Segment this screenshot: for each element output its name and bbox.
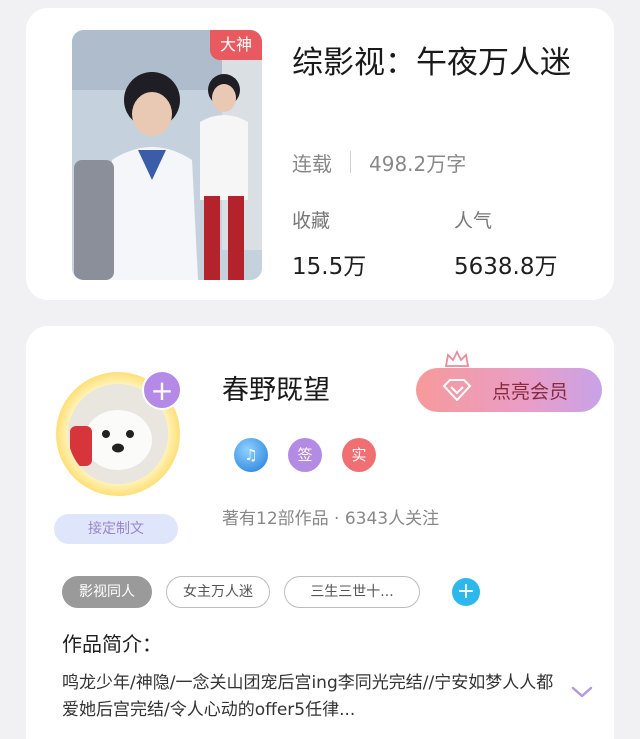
tag-chip[interactable]: 三生三世十... xyxy=(284,576,420,608)
vip-button[interactable]: 点亮会员 xyxy=(416,368,602,412)
serial-status: 连载 xyxy=(292,151,332,176)
book-title[interactable]: 综影视：午夜万人迷 xyxy=(292,40,592,86)
favorites-value: 15.5万 xyxy=(292,254,367,280)
author-badges: ♫ 签 实 xyxy=(234,438,376,472)
signed-badge[interactable]: 签 xyxy=(288,438,322,472)
word-count: 498.2万字 xyxy=(369,151,467,176)
tag-chip[interactable]: 影视同人 xyxy=(62,576,152,608)
chevron-down-icon[interactable] xyxy=(570,684,594,700)
book-status-row: 连载 498.2万字 xyxy=(292,148,466,176)
intro-text: 鸣龙少年/神隐/一念关山团宠后宫ing李同光完结//宁安如梦人人都爱她后宫完结/… xyxy=(62,673,554,720)
crown-icon xyxy=(444,350,470,367)
author-card: + 接定制文 春野既望 点亮会员 ♫ 签 实 著有12部作品 · 6343人关注… xyxy=(26,326,614,739)
popularity-stat: 人气 5638.8万 xyxy=(454,206,557,281)
commission-tag[interactable]: 接定制文 xyxy=(54,514,178,544)
intro-heading: 作品简介： xyxy=(62,632,162,656)
author-meta: 著有12部作品 · 6343人关注 xyxy=(222,509,440,529)
author-avatar-block: + 接定制文 xyxy=(54,362,196,562)
cover-badge: 大神 xyxy=(210,30,262,60)
tag-chip[interactable]: 女主万人迷 xyxy=(166,576,270,608)
favorites-label: 收藏 xyxy=(292,210,331,232)
divider xyxy=(350,151,351,173)
diamond-icon xyxy=(442,379,472,401)
book-cover-image[interactable]: 大神 xyxy=(72,30,262,280)
add-tag-button[interactable]: + xyxy=(452,578,480,606)
popularity-label: 人气 xyxy=(454,210,493,232)
tag-row: 影视同人 女主万人迷 三生三世十... + xyxy=(62,576,480,608)
author-name[interactable]: 春野既望 xyxy=(222,368,330,407)
music-badge-icon[interactable]: ♫ xyxy=(234,438,268,472)
favorites-stat: 收藏 15.5万 xyxy=(292,206,366,281)
vip-button-label: 点亮会员 xyxy=(492,380,569,403)
cover-illustration xyxy=(72,30,262,280)
follow-plus-button[interactable]: + xyxy=(142,370,182,410)
book-card[interactable]: 大神 综影视：午夜万人迷 连载 498.2万字 收藏 15.5万 人气 5638… xyxy=(26,8,614,300)
verified-badge[interactable]: 实 xyxy=(342,438,376,472)
popularity-value: 5638.8万 xyxy=(454,254,558,280)
